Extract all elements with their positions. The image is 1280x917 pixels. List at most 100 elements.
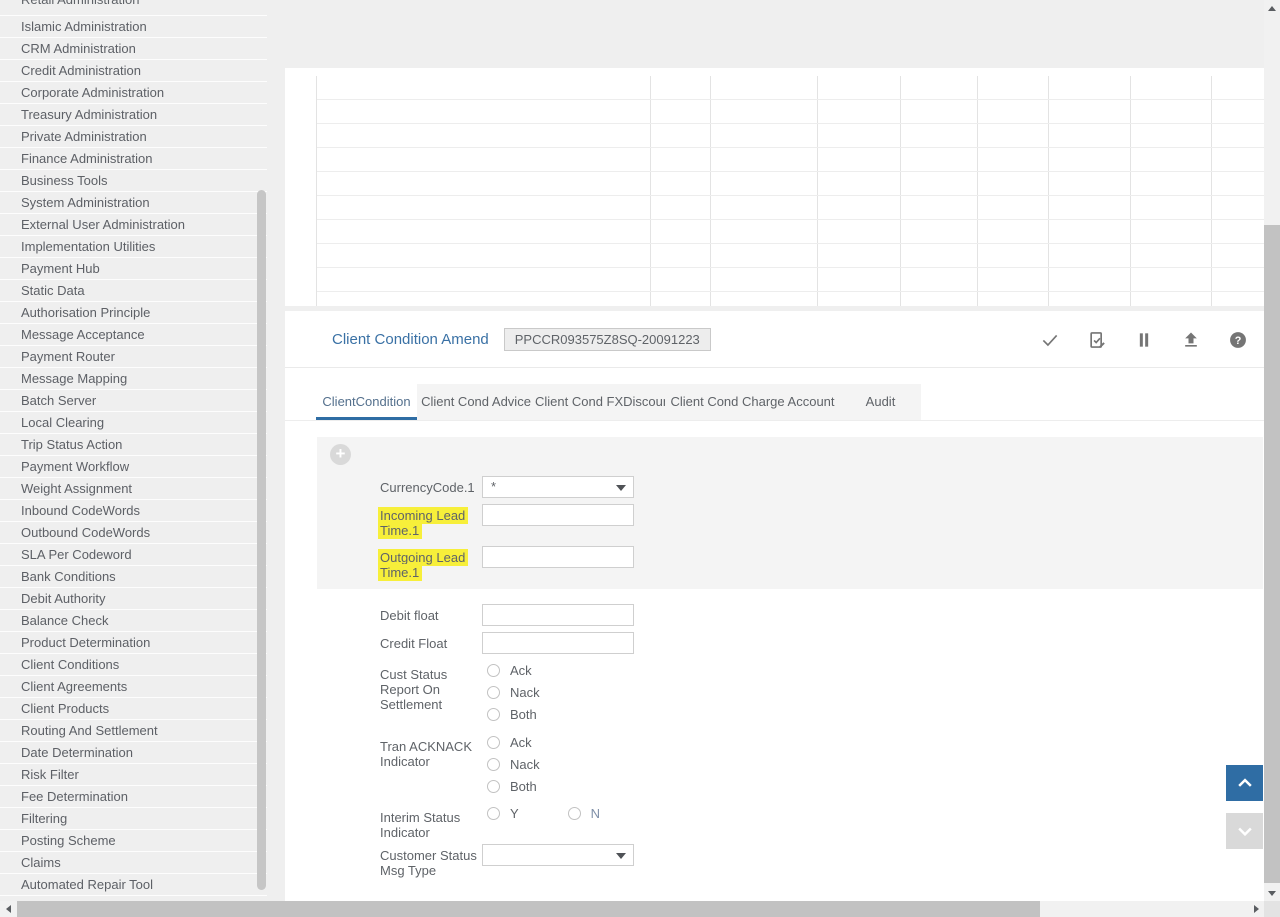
sidebar-item[interactable]: Claims <box>0 852 267 874</box>
scrollbar-down-arrow[interactable] <box>1264 885 1280 901</box>
sidebar-item[interactable]: SLA Per Codeword <box>0 544 267 566</box>
sidebar-item[interactable]: Balance Check <box>0 610 267 632</box>
sidebar-item[interactable]: Credit Administration <box>0 60 267 82</box>
help-icon[interactable]: ? <box>1228 330 1248 350</box>
table-cell <box>901 196 978 219</box>
amend-document-icon[interactable] <box>1087 330 1107 350</box>
radio-option-both[interactable]: Both <box>482 779 540 793</box>
sidebar-item[interactable]: CRM Administration <box>0 38 267 60</box>
hold-pause-icon[interactable] <box>1134 330 1154 350</box>
radio-icon[interactable] <box>487 686 500 699</box>
sidebar-item[interactable]: Local Clearing <box>0 412 267 434</box>
sidebar-item-label: Client Agreements <box>21 679 238 694</box>
credit-float-input[interactable] <box>482 632 634 654</box>
radio-icon[interactable] <box>487 758 500 771</box>
scrollbar-up-arrow[interactable] <box>1264 0 1280 16</box>
sidebar-item[interactable]: Islamic Administration <box>0 16 267 38</box>
sidebar-item[interactable]: Client Products <box>0 698 267 720</box>
upload-icon[interactable] <box>1181 330 1201 350</box>
sidebar-item[interactable]: Business Tools <box>0 170 267 192</box>
horizontal-scrollbar[interactable] <box>0 901 1264 917</box>
tab-audit[interactable]: Audit <box>840 384 921 420</box>
sidebar-item[interactable]: Authorisation Principle <box>0 302 267 324</box>
sidebar-item[interactable]: Weight Assignment <box>0 478 267 500</box>
table-row[interactable] <box>317 244 1264 268</box>
vertical-scrollbar-thumb[interactable] <box>1264 225 1280 883</box>
sidebar-item[interactable]: Payment Hub <box>0 258 267 280</box>
radio-option-n[interactable]: N <box>563 806 600 820</box>
sidebar-item[interactable]: Message Acceptance <box>0 324 267 346</box>
sidebar-item[interactable]: Bank Conditions <box>0 566 267 588</box>
sidebar-item[interactable]: Corporate Administration <box>0 82 267 104</box>
radio-icon[interactable] <box>487 736 500 749</box>
sidebar-item[interactable]: Batch Server <box>0 390 267 412</box>
sidebar-item[interactable]: Debit Authority <box>0 588 267 610</box>
table-row[interactable] <box>317 292 1264 306</box>
add-row-icon[interactable]: + <box>330 444 351 465</box>
sidebar-item[interactable]: Date Determination <box>0 742 267 764</box>
sidebar-item[interactable]: Automated Repair Tool <box>0 874 267 896</box>
sidebar-item[interactable]: Treasury Administration <box>0 104 267 126</box>
sidebar-item[interactable]: Client Conditions <box>0 654 267 676</box>
sidebar-item[interactable]: Posting Scheme <box>0 830 267 852</box>
sidebar-item-partial[interactable]: Retail Administration <box>0 0 267 16</box>
sidebar-item[interactable]: Fee Determination <box>0 786 267 808</box>
radio-option-nack[interactable]: Nack <box>482 757 540 771</box>
sidebar-item[interactable]: Finance Administration <box>0 148 267 170</box>
customer-status-msg-type-select[interactable] <box>482 844 634 866</box>
table-row[interactable] <box>317 196 1264 220</box>
debit-float-input[interactable] <box>482 604 634 626</box>
table-cell <box>901 76 978 99</box>
sidebar-item[interactable]: Outbound CodeWords <box>0 522 267 544</box>
tab-client-cond-charge-account[interactable]: Client Cond Charge Account <box>665 384 840 420</box>
radio-option-y[interactable]: Y <box>482 806 519 820</box>
radio-icon[interactable] <box>487 708 500 721</box>
scrollbar-left-arrow[interactable] <box>0 901 16 917</box>
sidebar-item[interactable]: Client Agreements <box>0 676 267 698</box>
table-row[interactable] <box>317 76 1264 100</box>
radio-option-both[interactable]: Both <box>482 707 540 721</box>
sidebar-item-label: Balance Check <box>21 613 238 628</box>
scroll-to-bottom-button[interactable] <box>1226 813 1263 849</box>
tab-client-cond-advice[interactable]: Client Cond Advice <box>417 384 535 420</box>
radio-icon[interactable] <box>568 807 581 820</box>
sidebar-item[interactable]: Filtering <box>0 808 267 830</box>
incoming-lead-time-input[interactable] <box>482 504 634 526</box>
sidebar-item[interactable]: Risk Filter <box>0 764 267 786</box>
table-cell <box>1049 172 1131 195</box>
table-row[interactable] <box>317 268 1264 292</box>
tab-client-cond-fxdiscount[interactable]: Client Cond FXDiscount <box>535 384 665 420</box>
radio-icon[interactable] <box>487 664 500 677</box>
radio-option-nack[interactable]: Nack <box>482 685 540 699</box>
sidebar-item[interactable]: Inbound CodeWords <box>0 500 267 522</box>
scrollbar-right-arrow[interactable] <box>1248 901 1264 917</box>
table-row[interactable] <box>317 148 1264 172</box>
table-row[interactable] <box>317 124 1264 148</box>
sidebar-item[interactable]: System Administration <box>0 192 267 214</box>
radio-icon[interactable] <box>487 807 500 820</box>
sidebar-item[interactable]: Message Mapping <box>0 368 267 390</box>
table-row[interactable] <box>317 100 1264 124</box>
sidebar-item[interactable]: Static Data <box>0 280 267 302</box>
sidebar-item[interactable]: Implementation Utilities <box>0 236 267 258</box>
radio-icon[interactable] <box>487 780 500 793</box>
horizontal-scrollbar-thumb[interactable] <box>17 901 1040 917</box>
approve-check-icon[interactable] <box>1040 330 1060 350</box>
table-row[interactable] <box>317 172 1264 196</box>
sidebar-item[interactable]: Payment Router <box>0 346 267 368</box>
radio-option-ack[interactable]: Ack <box>482 663 540 677</box>
outgoing-lead-time-input[interactable] <box>482 546 634 568</box>
sidebar-item[interactable]: Product Determination <box>0 632 267 654</box>
sidebar-item[interactable]: Private Administration <box>0 126 267 148</box>
sidebar-item[interactable]: Payment Workflow <box>0 456 267 478</box>
sidebar-scrollbar-thumb[interactable] <box>257 190 266 890</box>
scroll-to-top-button[interactable] <box>1226 765 1263 801</box>
tab-client-condition[interactable]: ClientCondition <box>316 384 417 420</box>
radio-option-ack[interactable]: Ack <box>482 735 540 749</box>
sidebar-item[interactable]: Routing And Settlement <box>0 720 267 742</box>
vertical-scrollbar[interactable] <box>1264 0 1280 901</box>
table-row[interactable] <box>317 220 1264 244</box>
currency-code-select[interactable]: * <box>482 476 634 498</box>
sidebar-item[interactable]: Trip Status Action <box>0 434 267 456</box>
sidebar-item[interactable]: External User Administration <box>0 214 267 236</box>
